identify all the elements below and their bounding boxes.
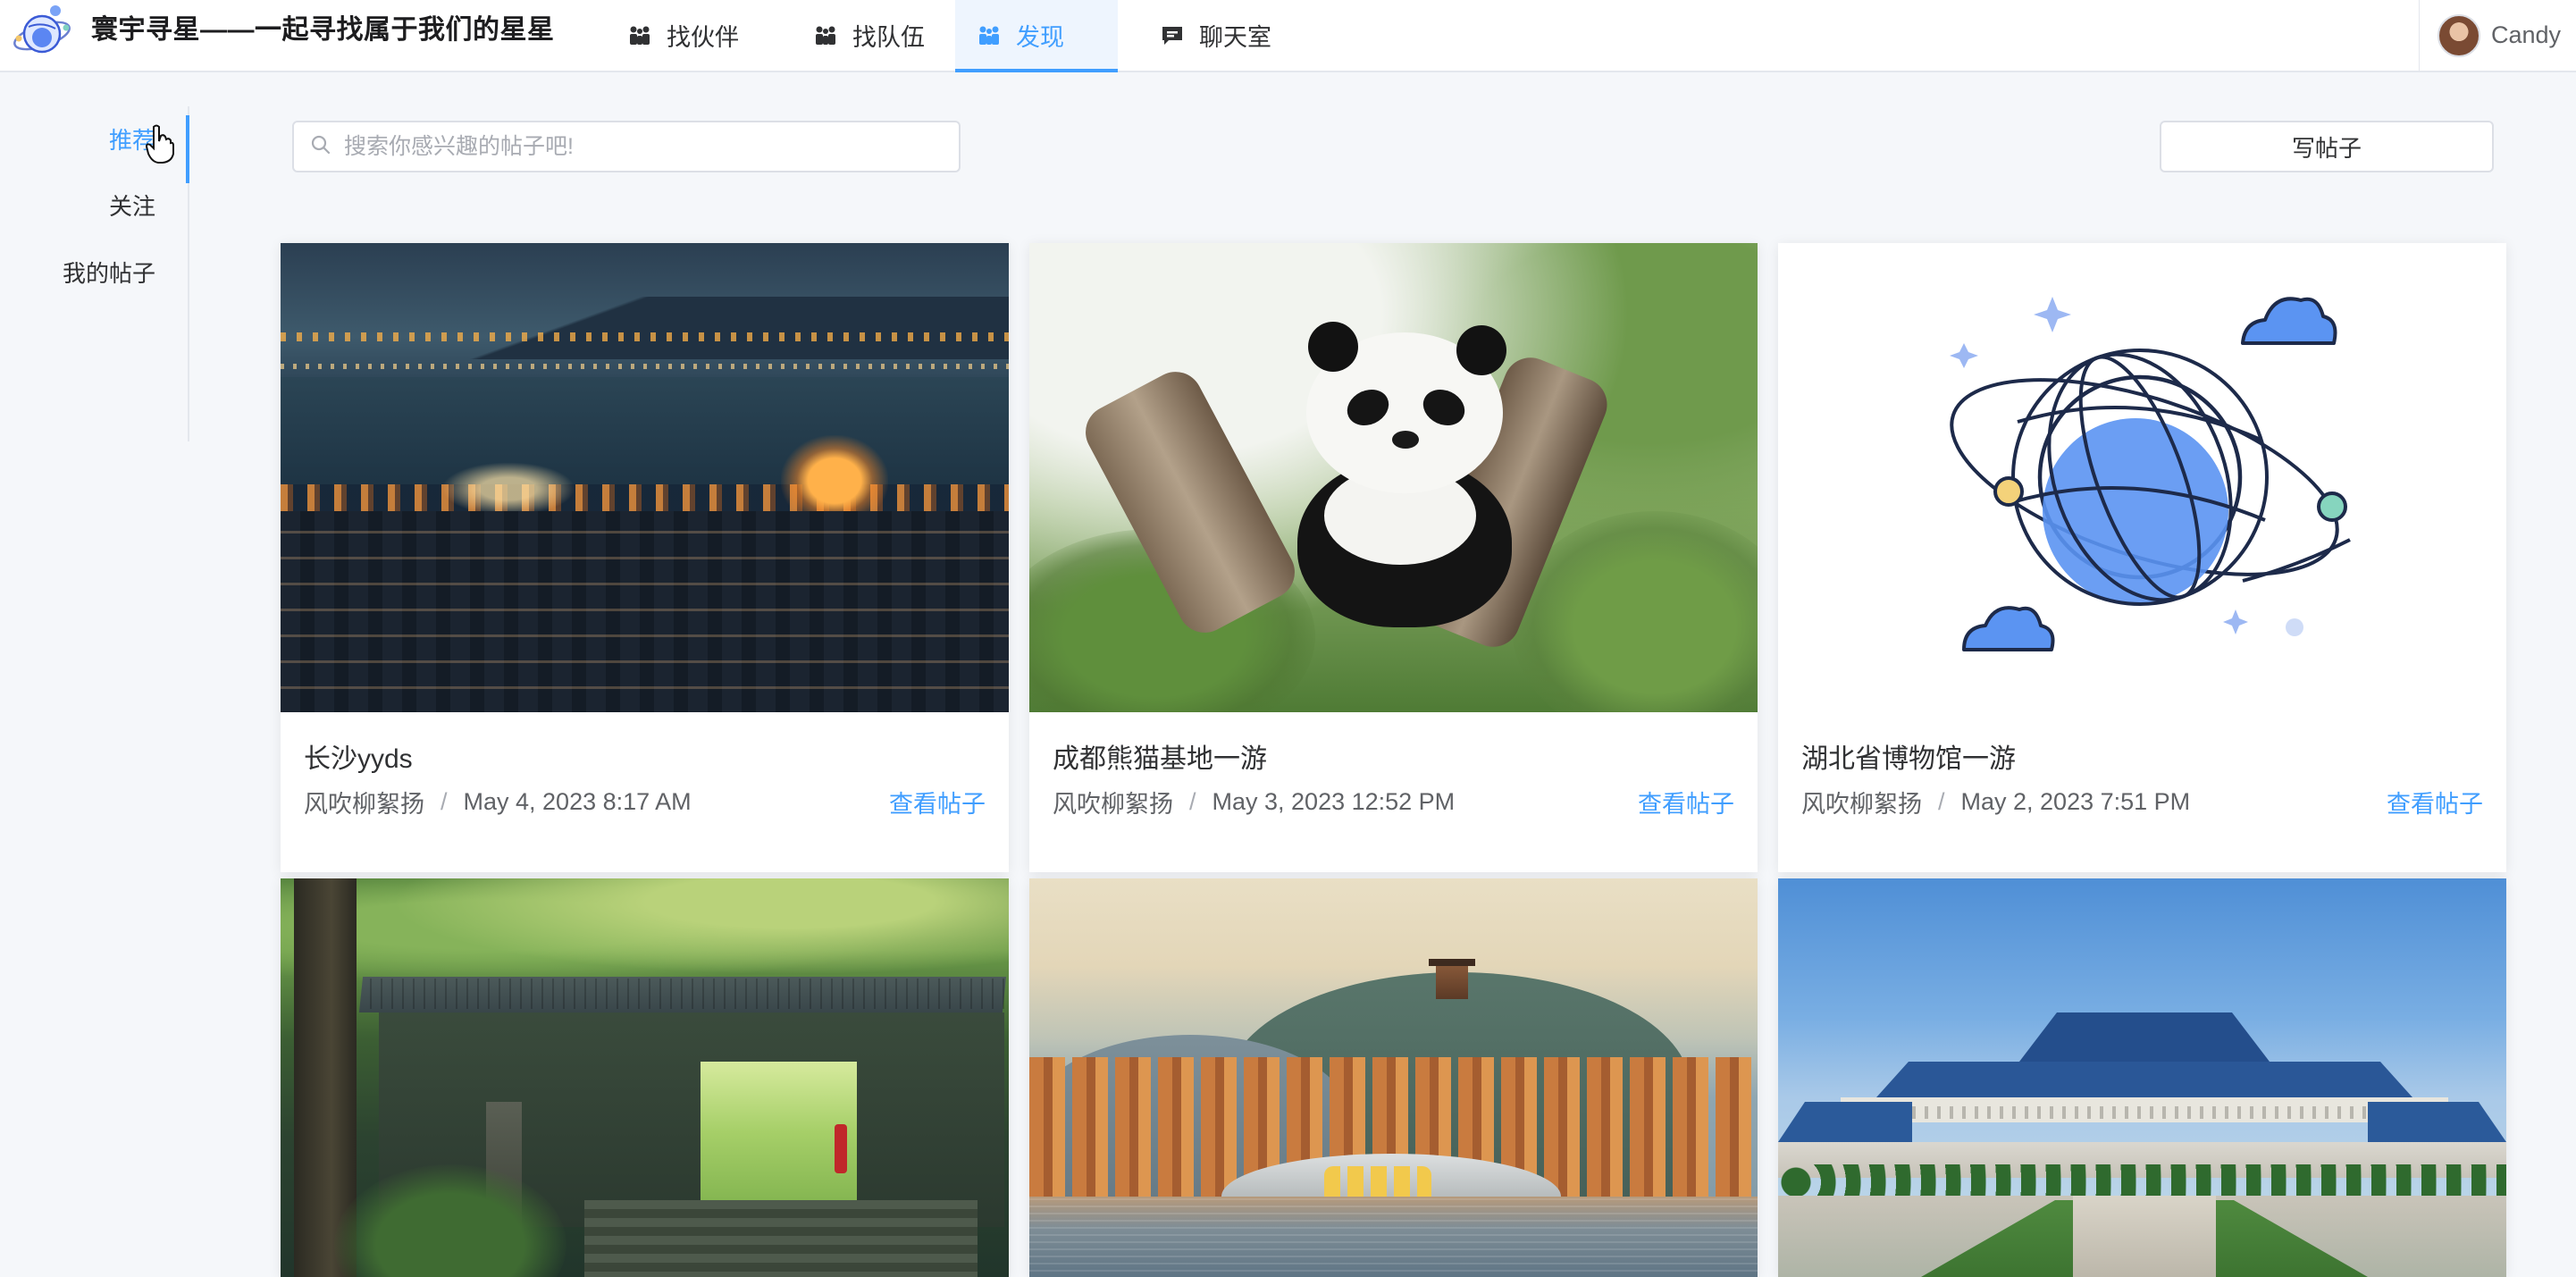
post-title[interactable]: 湖北省博物馆一游 xyxy=(1801,736,2016,776)
user-name[interactable]: Candy xyxy=(2491,21,2561,49)
post-author: 风吹柳絮扬 xyxy=(1053,791,1173,818)
nav-discover[interactable]: 发现 xyxy=(955,0,1118,72)
nav-find-team-label: 找队伍 xyxy=(852,24,925,51)
discover-icon xyxy=(975,24,1003,47)
post-card[interactable] xyxy=(281,878,1009,1277)
app-title: 寰宇寻星——一起寻找属于我们的星星 xyxy=(91,15,555,45)
lake-bridge-photo[interactable] xyxy=(1029,878,1758,1277)
search-input[interactable] xyxy=(344,133,952,160)
post-date: May 2, 2023 7:51 PM xyxy=(1960,788,2191,815)
night-city-photo[interactable] xyxy=(281,243,1009,712)
post-card[interactable] xyxy=(1778,878,2506,1277)
team-icon xyxy=(811,24,840,47)
sidebar-item-label: 我的帖子 xyxy=(62,260,155,287)
search-box[interactable] xyxy=(292,121,961,172)
nav-discover-label: 发现 xyxy=(1016,24,1064,51)
planet-logo-icon[interactable] xyxy=(11,4,73,63)
nav-find-partner-label: 找伙伴 xyxy=(667,24,739,51)
nav-chat-room[interactable]: 聊天室 xyxy=(1138,0,1295,71)
post-meta: 风吹柳絮扬 / May 3, 2023 12:52 PM xyxy=(1053,785,1455,819)
panda-photo[interactable] xyxy=(1029,243,1758,712)
top-navigation-bar: 寰宇寻星——一起寻找属于我们的星星 找伙伴 找队伍 发现 聊天室 Candy xyxy=(0,0,2576,72)
hand-cursor-icon xyxy=(145,123,175,164)
planet-illustration[interactable] xyxy=(1778,243,2506,712)
people-icon xyxy=(625,24,654,47)
avatar[interactable] xyxy=(2438,13,2480,57)
meta-separator: / xyxy=(441,788,448,815)
meta-separator: / xyxy=(1189,788,1196,815)
post-card[interactable]: 长沙yyds 风吹柳絮扬 / May 4, 2023 8:17 AM 查看帖子 xyxy=(281,243,1009,872)
post-meta: 风吹柳絮扬 / May 4, 2023 8:17 AM xyxy=(304,785,692,819)
user-menu[interactable]: Candy xyxy=(2419,0,2576,71)
anime-temple-photo[interactable] xyxy=(281,878,1009,1277)
view-post-link[interactable]: 查看帖子 xyxy=(2387,785,2483,819)
nav-chat-room-label: 聊天室 xyxy=(1199,24,1271,51)
museum-building-photo[interactable] xyxy=(1778,878,2506,1277)
write-post-label: 写帖子 xyxy=(2291,134,2362,162)
nav-find-partner[interactable]: 找伙伴 xyxy=(606,0,762,71)
post-card[interactable]: 湖北省博物馆一游 风吹柳絮扬 / May 2, 2023 7:51 PM 查看帖… xyxy=(1778,243,2506,872)
sidebar-item-follow[interactable]: 关注 xyxy=(0,181,188,231)
meta-separator: / xyxy=(1938,788,1945,815)
write-post-button[interactable]: 写帖子 xyxy=(2160,121,2494,172)
sidebar-item-label: 关注 xyxy=(108,193,155,220)
nav-find-team[interactable]: 找队伍 xyxy=(792,0,948,71)
post-author: 风吹柳絮扬 xyxy=(304,791,424,818)
post-title[interactable]: 长沙yyds xyxy=(304,736,413,776)
post-date: May 3, 2023 12:52 PM xyxy=(1212,788,1456,815)
post-author: 风吹柳絮扬 xyxy=(1801,791,1922,818)
view-post-link[interactable]: 查看帖子 xyxy=(889,785,986,819)
view-post-link[interactable]: 查看帖子 xyxy=(1638,785,1734,819)
post-date: May 4, 2023 8:17 AM xyxy=(463,788,692,815)
post-card[interactable] xyxy=(1029,878,1758,1277)
search-icon xyxy=(310,134,331,160)
post-meta: 风吹柳絮扬 / May 2, 2023 7:51 PM xyxy=(1801,785,2190,819)
chat-icon xyxy=(1158,24,1187,47)
post-title[interactable]: 成都熊猫基地一游 xyxy=(1053,736,1267,776)
sidebar-item-my-posts[interactable]: 我的帖子 xyxy=(0,248,188,298)
post-card[interactable]: 成都熊猫基地一游 风吹柳絮扬 / May 3, 2023 12:52 PM 查看… xyxy=(1029,243,1758,872)
